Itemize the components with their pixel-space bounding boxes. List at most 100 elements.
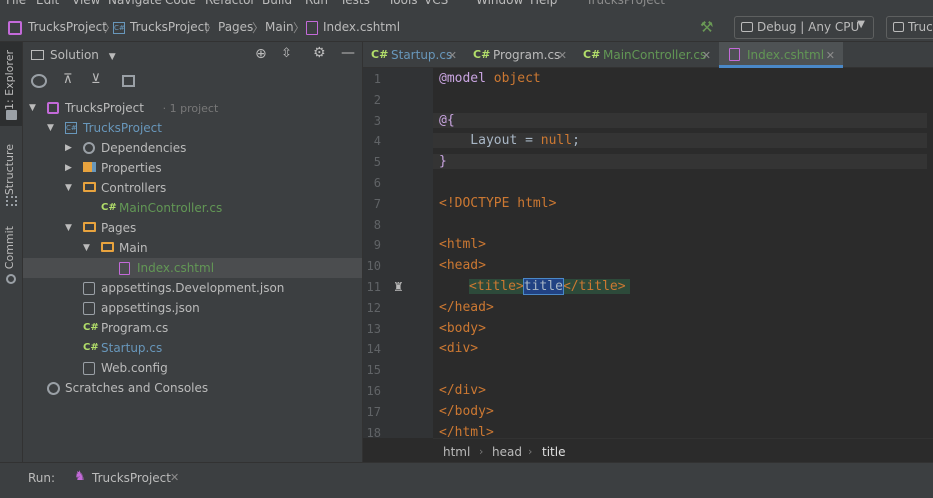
- run-tab[interactable]: ♞ TrucksProject ✕: [68, 463, 186, 491]
- tree-item-label: Pages: [101, 221, 137, 235]
- menu-help[interactable]: Help: [530, 0, 557, 7]
- tab-index-cshtml[interactable]: Index.cshtml ✕: [719, 42, 843, 68]
- code-line[interactable]: <html>: [439, 237, 486, 252]
- tree-row[interactable]: ▼ C# TrucksProject: [23, 118, 362, 138]
- collapse-icon[interactable]: ⊻: [91, 72, 101, 87]
- code-line[interactable]: </html>: [439, 425, 494, 438]
- code-line[interactable]: </div>: [439, 383, 486, 398]
- expand-icon[interactable]: ⊼: [63, 72, 73, 87]
- crumb-file[interactable]: Index.cshtml: [323, 20, 400, 34]
- menu-vcs[interactable]: VCS: [424, 0, 448, 7]
- commit-tool-window-button[interactable]: Commit: [0, 222, 22, 292]
- solution-view-selector[interactable]: Solution ▼: [31, 48, 116, 62]
- code-line[interactable]: @{: [433, 112, 927, 128]
- code-editor[interactable]: @model object @{ Layout = null;} <!DOCTYPE…: [433, 68, 933, 438]
- code-token: object: [493, 71, 541, 86]
- tree-row[interactable]: Scratches and Consoles: [23, 378, 362, 398]
- menu-navigate[interactable]: Navigate: [108, 0, 162, 7]
- tree-item-label: Scratches and Consoles: [65, 381, 209, 395]
- menu-build[interactable]: Build: [262, 0, 292, 7]
- panel-title: Solution: [50, 48, 99, 62]
- code-line[interactable]: <div>: [439, 341, 478, 356]
- code-crumb-head[interactable]: head: [492, 445, 522, 459]
- close-icon[interactable]: ✕: [826, 49, 835, 62]
- code-crumb-html[interactable]: html: [443, 445, 470, 459]
- menu-edit[interactable]: Edit: [36, 0, 59, 7]
- chevron-down-icon[interactable]: ▼: [83, 243, 90, 253]
- collapse-all-icon[interactable]: ⇳: [281, 46, 292, 61]
- crumb-project[interactable]: TrucksProject: [130, 20, 209, 34]
- tree-row[interactable]: ▼ Main: [23, 238, 362, 258]
- tree-row[interactable]: Index.cshtml: [23, 258, 362, 278]
- tree-item-label: Main: [119, 241, 148, 255]
- menu-code[interactable]: Code: [165, 0, 196, 7]
- locate-icon[interactable]: ⊕: [255, 46, 267, 62]
- tree-row[interactable]: Web.config: [23, 358, 362, 378]
- tree-row[interactable]: C# Program.cs: [23, 318, 362, 338]
- code-crumb-title[interactable]: title: [542, 445, 565, 459]
- menu-view[interactable]: View: [72, 0, 100, 7]
- chevron-right-icon[interactable]: ▶: [65, 163, 72, 173]
- chevron-down-icon[interactable]: ▼: [65, 223, 72, 233]
- csharp-file-icon: C#: [101, 202, 117, 213]
- crumb-solution[interactable]: TrucksProject: [28, 20, 107, 34]
- code-line[interactable]: <title>title</title>: [469, 278, 630, 295]
- run-target-select[interactable]: Truc: [886, 16, 933, 39]
- show-all-files-icon[interactable]: [31, 74, 47, 88]
- menu-run[interactable]: Run: [305, 0, 328, 7]
- menu-tests[interactable]: Tests: [340, 0, 370, 7]
- hammer-build-icon[interactable]: ⚒: [700, 18, 713, 36]
- tab-maincontroller-cs[interactable]: C# MainController.cs ✕: [575, 42, 719, 68]
- solution-explorer-panel: Solution ▼ ⊕ ⇳ ⚙ — ⊼ ⊻ ▼ TrucksProject · 1…: [23, 42, 363, 462]
- bookmark-icon[interactable]: ♜: [393, 280, 404, 294]
- code-line[interactable]: </body>: [439, 404, 494, 419]
- preview-icon[interactable]: [122, 75, 135, 87]
- gear-icon[interactable]: ⚙: [313, 45, 326, 61]
- tree-item-label: MainController.cs: [119, 201, 223, 215]
- folder-icon: [31, 50, 44, 60]
- tree-row[interactable]: ▶ Dependencies: [23, 138, 362, 158]
- code-line[interactable]: <!DOCTYPE html>: [439, 196, 556, 211]
- chevron-down-icon[interactable]: ▼: [65, 183, 72, 193]
- close-icon[interactable]: ✕: [558, 49, 567, 62]
- code-line[interactable]: Layout = null;: [433, 133, 927, 149]
- code-line[interactable]: }: [433, 154, 927, 170]
- code-line[interactable]: @model object: [439, 71, 541, 86]
- explorer-tool-window-button[interactable]: 1: Explorer: [0, 42, 22, 126]
- close-icon[interactable]: ✕: [170, 471, 179, 484]
- tree-row[interactable]: ▶ Properties: [23, 158, 362, 178]
- tree-item-label: TrucksProject: [65, 101, 144, 115]
- close-icon[interactable]: ✕: [448, 49, 457, 62]
- chevron-down-icon[interactable]: ▼: [47, 123, 54, 133]
- chevron-right-icon[interactable]: ▶: [65, 143, 72, 153]
- structure-tool-window-button[interactable]: Structure: [0, 138, 22, 212]
- tree-item-label: Dependencies: [101, 141, 187, 155]
- tree-row[interactable]: ▼ Pages: [23, 218, 362, 238]
- menu-window[interactable]: Window: [476, 0, 523, 7]
- tree-row[interactable]: ▼ Controllers: [23, 178, 362, 198]
- code-line[interactable]: <body>: [439, 321, 486, 336]
- code-line[interactable]: </head>: [439, 300, 494, 315]
- line-number: 17: [366, 404, 381, 419]
- tree-row[interactable]: ▼ TrucksProject · 1 project: [23, 98, 362, 118]
- crumb-pages[interactable]: Pages: [218, 20, 253, 34]
- line-number: 6: [373, 176, 381, 190]
- tree-row[interactable]: appsettings.json: [23, 298, 362, 318]
- tab-label: Program.cs: [493, 48, 561, 62]
- chevron-down-icon[interactable]: ▼: [29, 103, 36, 113]
- menu-tools[interactable]: Tools: [388, 0, 418, 7]
- menu-refactor[interactable]: Refactor: [205, 0, 255, 7]
- tab-startup-cs[interactable]: C# Startup.cs ✕: [363, 42, 465, 68]
- code-line[interactable]: <head>: [439, 258, 486, 273]
- line-number: 3: [373, 113, 381, 128]
- run-label: Run:: [28, 471, 56, 485]
- crumb-main[interactable]: Main: [265, 20, 294, 34]
- run-configuration-select[interactable]: Debug | Any CPU ▼: [734, 16, 874, 39]
- tree-row[interactable]: C# MainController.cs: [23, 198, 362, 218]
- tab-program-cs[interactable]: C# Program.cs ✕: [465, 42, 575, 68]
- menu-file[interactable]: File: [6, 0, 26, 7]
- tree-row[interactable]: appsettings.Development.json: [23, 278, 362, 298]
- tree-row[interactable]: C# Startup.cs: [23, 338, 362, 358]
- hide-icon[interactable]: —: [341, 45, 355, 61]
- close-icon[interactable]: ✕: [702, 49, 711, 62]
